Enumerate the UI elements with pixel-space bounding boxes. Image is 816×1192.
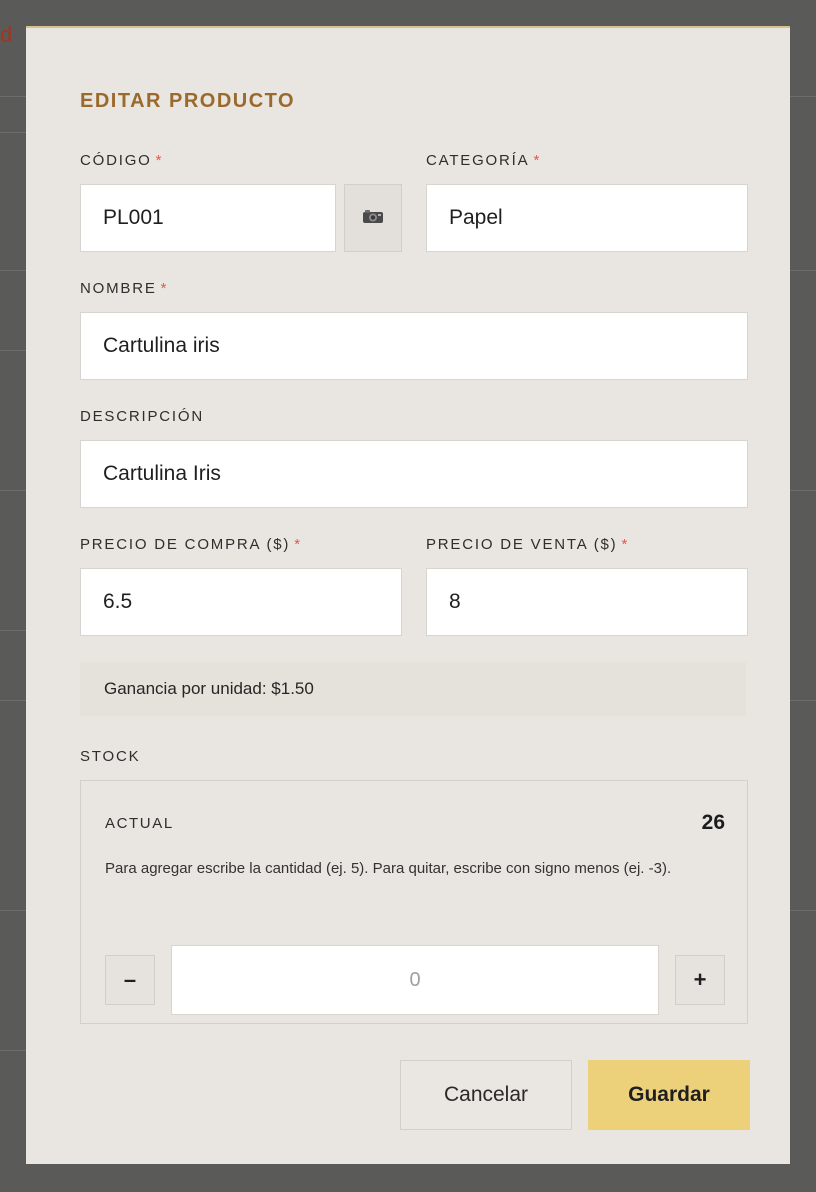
background-divider bbox=[790, 270, 816, 271]
precio-venta-label: PRECIO DE VENTA ($) * bbox=[426, 536, 629, 553]
stock-label: STOCK bbox=[80, 748, 141, 765]
precio-compra-label-text: PRECIO DE COMPRA ($) bbox=[80, 536, 291, 553]
background-divider bbox=[0, 1050, 28, 1051]
required-asterisk: * bbox=[621, 536, 630, 553]
codigo-label-text: CÓDIGO bbox=[80, 152, 152, 169]
camera-icon bbox=[362, 208, 384, 229]
codigo-label: CÓDIGO * bbox=[80, 152, 163, 169]
background-divider bbox=[790, 490, 816, 491]
background-divider bbox=[790, 700, 816, 701]
stock-help-text: Para agregar escribe la cantidad (ej. 5)… bbox=[105, 860, 672, 877]
codigo-input[interactable]: PL001 bbox=[80, 184, 336, 252]
nombre-label-text: NOMBRE bbox=[80, 280, 157, 297]
background-divider bbox=[0, 700, 28, 701]
precio-venta-value: 8 bbox=[449, 590, 461, 613]
edit-product-modal: EDITAR PRODUCTO CÓDIGO * PL001 CATEGORÍA *… bbox=[26, 26, 790, 1164]
stock-quantity-input[interactable] bbox=[171, 945, 659, 1015]
descripcion-input[interactable]: Cartulina Iris bbox=[80, 440, 748, 508]
background-divider bbox=[790, 910, 816, 911]
precio-venta-label-text: PRECIO DE VENTA ($) bbox=[426, 536, 618, 553]
scan-camera-button[interactable] bbox=[344, 184, 402, 252]
background-divider bbox=[0, 96, 28, 97]
categoria-input[interactable]: Papel bbox=[426, 184, 748, 252]
precio-compra-label: PRECIO DE COMPRA ($) * bbox=[80, 536, 302, 553]
descripcion-value: Cartulina Iris bbox=[103, 462, 221, 485]
modal-title: EDITAR PRODUCTO bbox=[80, 90, 296, 112]
precio-compra-value: 6.5 bbox=[103, 590, 133, 613]
categoria-value: Papel bbox=[449, 206, 503, 229]
background-divider bbox=[0, 910, 28, 911]
precio-venta-input[interactable]: 8 bbox=[426, 568, 748, 636]
stock-increase-button[interactable]: + bbox=[675, 955, 725, 1005]
categoria-label-text: CATEGORÍA bbox=[426, 152, 530, 169]
profit-per-unit: Ganancia por unidad: $1.50 bbox=[80, 662, 746, 716]
save-button[interactable]: Guardar bbox=[588, 1060, 750, 1130]
categoria-label: CATEGORÍA * bbox=[426, 152, 541, 169]
nombre-label: NOMBRE * bbox=[80, 280, 168, 297]
cancel-button[interactable]: Cancelar bbox=[400, 1060, 572, 1130]
background-text-fragment: d bbox=[0, 24, 13, 46]
codigo-value: PL001 bbox=[103, 206, 164, 229]
required-asterisk: * bbox=[160, 280, 169, 297]
background-divider bbox=[0, 630, 28, 631]
background-divider bbox=[0, 132, 28, 133]
nombre-value: Cartulina iris bbox=[103, 334, 220, 357]
descripcion-label-text: DESCRIPCIÓN bbox=[80, 408, 204, 425]
stock-actual-value: 26 bbox=[701, 811, 725, 834]
background-divider bbox=[0, 270, 28, 271]
stock-actual-label: ACTUAL bbox=[105, 815, 174, 832]
background-divider bbox=[0, 350, 28, 351]
background-divider bbox=[790, 96, 816, 97]
required-asterisk: * bbox=[155, 152, 164, 169]
stock-decrease-button[interactable]: – bbox=[105, 955, 155, 1005]
stock-panel: ACTUAL 26 Para agregar escribe la cantid… bbox=[80, 780, 748, 1024]
background-divider bbox=[0, 490, 28, 491]
descripcion-label: DESCRIPCIÓN bbox=[80, 408, 204, 425]
nombre-input[interactable]: Cartulina iris bbox=[80, 312, 748, 380]
required-asterisk: * bbox=[294, 536, 302, 553]
precio-compra-input[interactable]: 6.5 bbox=[80, 568, 402, 636]
required-asterisk: * bbox=[533, 152, 542, 169]
